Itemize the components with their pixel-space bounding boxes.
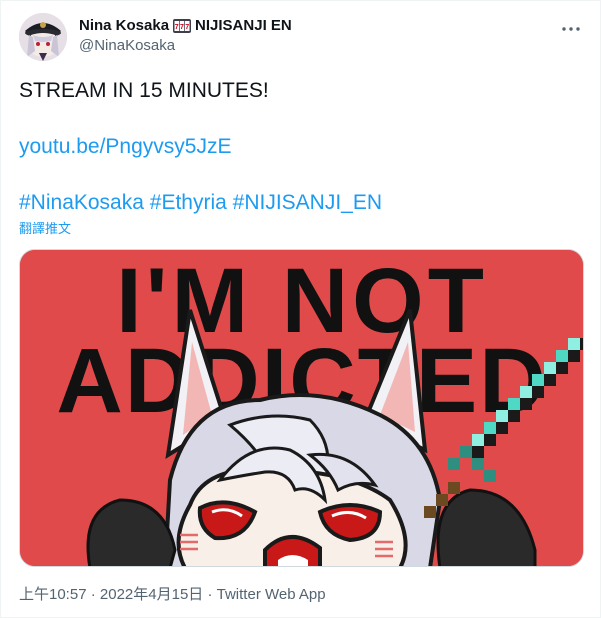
tweet-date[interactable]: 2022年4月15日 [100, 586, 203, 603]
tweet-media-image[interactable]: I'M NOT ADDICTED [19, 249, 584, 567]
tweet-link[interactable]: youtu.be/Pngyvsy5JzE [19, 135, 231, 158]
tweet-text: STREAM IN 15 MINUTES! youtu.be/Pngyvsy5J… [19, 77, 585, 217]
tweet-card: Nina Kosaka 7 7 7 NIJISANJI EN @NinaKosa… [0, 0, 601, 618]
more-horizontal-icon[interactable] [559, 17, 583, 41]
tweet-spacer [19, 105, 585, 133]
svg-text:7: 7 [185, 24, 189, 31]
author-handle[interactable]: @NinaKosaka [79, 36, 292, 56]
media-illustration: I'M NOT ADDICTED [20, 250, 583, 566]
avatar[interactable] [19, 13, 67, 61]
tweet-source-app[interactable]: Twitter Web App [217, 586, 326, 603]
meta-separator: · [90, 586, 96, 603]
hashtag-ninakosaka[interactable]: #NinaKosaka [19, 191, 144, 214]
author-display-name[interactable]: Nina Kosaka 7 7 7 NIJISANJI EN [79, 16, 292, 36]
meta-separator: · [207, 586, 213, 603]
hashtag-nijisanji-en[interactable]: #NIJISANJI_EN [233, 191, 382, 214]
slot-machine-icon: 7 7 7 [173, 19, 192, 33]
avatar-image [19, 13, 67, 61]
tweet-spacer [19, 161, 585, 189]
svg-text:7: 7 [180, 24, 184, 31]
author-info: Nina Kosaka 7 7 7 NIJISANJI EN @NinaKosa… [79, 16, 292, 56]
tweet-time[interactable]: 上午10:57 [19, 586, 87, 603]
translate-tweet-link[interactable]: 翻譯推文 [19, 220, 71, 238]
tweet-header: Nina Kosaka 7 7 7 NIJISANJI EN @NinaKosa… [19, 13, 585, 61]
svg-text:7: 7 [175, 24, 179, 31]
author-affiliation: NIJISANJI EN [195, 17, 292, 34]
tweet-line-1: STREAM IN 15 MINUTES! [19, 79, 269, 102]
hashtag-ethyria[interactable]: #Ethyria [150, 191, 227, 214]
hashtag-line: #NinaKosaka #Ethyria #NIJISANJI_EN [19, 189, 585, 217]
tweet-meta: 上午10:57 · 2022年4月15日 · Twitter Web App [19, 585, 326, 605]
author-name: Nina Kosaka [79, 17, 170, 34]
